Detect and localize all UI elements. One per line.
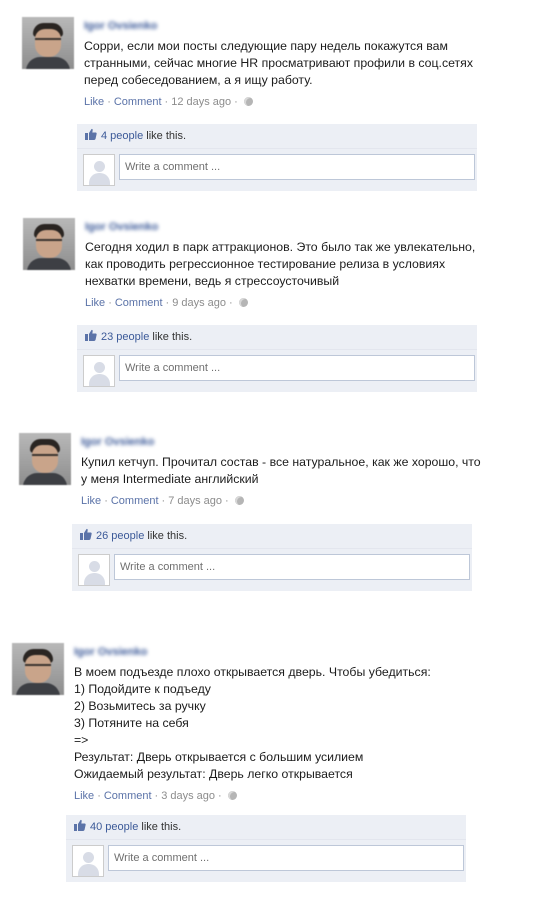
post-text-line: перед собеседованием, а я ищу работу. [84,73,313,87]
timestamp[interactable]: 9 days ago [172,297,226,309]
separator: · [104,495,108,507]
timestamp[interactable]: 12 days ago [171,96,231,108]
separator: · [234,96,238,108]
like-suffix: like this. [152,331,193,343]
separator: · [225,495,229,507]
separator: · [97,790,101,802]
post-author[interactable]: Igor Ovsienko [84,19,484,33]
post-text-line: Сорри, если мои посты следующие пару нед… [84,39,448,53]
post-body: Igor Ovsienko В моем подъезде плохо откр… [74,643,474,803]
default-avatar-icon [78,554,110,586]
comment-composer: Write a comment ... [77,350,477,392]
post-text-line: Купил кетчуп. Прочитал состав - все нату… [81,455,481,469]
separator: · [107,96,111,108]
post-author[interactable]: Igor Ovsienko [85,220,485,234]
post-text-line: В моем подъезде плохо открывается дверь.… [74,665,431,679]
post-meta: Like · Comment · 12 days ago · [84,95,484,109]
comment-input[interactable]: Write a comment ... [119,154,475,180]
likes-box: 4 people like this. Write a comment ... [77,124,477,191]
default-avatar-icon [72,845,104,877]
post-text-line: 2) Возьмитесь за ручку [74,699,206,713]
like-link[interactable]: Like [74,790,94,802]
separator: · [218,790,222,802]
like-link[interactable]: Like [81,495,101,507]
comment-input[interactable]: Write a comment ... [108,845,464,871]
thumbs-up-icon [80,525,92,540]
thumbs-up-icon [74,816,86,831]
likes-box: 26 people like this. Write a comment ... [72,524,472,591]
like-summary: 40 people like this. [66,815,466,840]
like-link[interactable]: Like [85,297,105,309]
avatar[interactable] [12,643,64,695]
post-text-line: странными, сейчас многие HR просматриваю… [84,56,473,70]
likes-box: 23 people like this. Write a comment ... [77,325,477,392]
separator: · [165,297,170,309]
like-suffix: like this. [147,530,188,542]
post-text-line: Ожидаемый результат: Дверь легко открыва… [74,767,353,781]
like-summary: 4 people like this. [77,124,477,149]
post-text: Купил кетчуп. Прочитал состав - все нату… [81,454,481,488]
post-text-line: 3) Потяните на себя [74,716,189,730]
like-summary: 23 people like this. [77,325,477,350]
post-text: Сорри, если мои посты следующие пару нед… [84,38,484,89]
post-author[interactable]: Igor Ovsienko [81,435,481,449]
avatar[interactable] [22,17,74,69]
globe-icon[interactable] [243,97,253,106]
avatar[interactable] [19,433,71,485]
comment-composer: Write a comment ... [72,549,472,591]
globe-icon[interactable] [234,496,244,505]
timestamp[interactable]: 7 days ago [168,495,222,507]
comment-input[interactable]: Write a comment ... [114,554,470,580]
post-text-line: => [74,733,89,747]
comment-input[interactable]: Write a comment ... [119,355,475,381]
like-suffix: like this. [141,821,182,833]
separator: · [161,495,166,507]
post-body: Igor Ovsienko Купил кетчуп. Прочитал сос… [81,433,481,508]
post-meta: Like · Comment · 9 days ago · [85,296,485,310]
post-meta: Like · Comment · 7 days ago · [81,494,481,508]
separator: · [108,297,112,309]
like-link[interactable]: Like [84,96,104,108]
timestamp[interactable]: 3 days ago [161,790,215,802]
post-text-line: нехватки времени, ведь я стрессоусточивы… [85,274,340,288]
default-avatar-icon [83,154,115,186]
thumbs-up-icon [85,125,97,140]
comment-link[interactable]: Comment [104,790,152,802]
default-avatar-icon [83,355,115,387]
like-count-link[interactable]: 26 people [96,530,144,542]
comment-link[interactable]: Comment [111,495,159,507]
like-summary: 26 people like this. [72,524,472,549]
comment-link[interactable]: Comment [114,96,162,108]
avatar[interactable] [23,218,75,270]
post-text-line: как проводить регрессионное тестирование… [85,257,446,271]
post-text: В моем подъезде плохо открывается дверь.… [74,664,474,783]
post-body: Igor Ovsienko Сорри, если мои посты след… [84,17,484,109]
post-text: Сегодня ходил в парк аттракционов. Это б… [85,239,485,290]
like-suffix: like this. [146,130,187,142]
thumbs-up-icon [85,326,97,341]
comment-composer: Write a comment ... [66,840,466,882]
post-text-line: Сегодня ходил в парк аттракционов. Это б… [85,240,476,254]
post-meta: Like · Comment · 3 days ago · [74,789,474,803]
likes-box: 40 people like this. Write a comment ... [66,815,466,882]
like-count-link[interactable]: 40 people [90,821,138,833]
like-count-link[interactable]: 4 people [101,130,143,142]
like-count-link[interactable]: 23 people [101,331,149,343]
comment-link[interactable]: Comment [115,297,163,309]
post-author[interactable]: Igor Ovsienko [74,645,474,659]
comment-composer: Write a comment ... [77,149,477,191]
globe-icon[interactable] [227,791,237,800]
separator: · [154,790,159,802]
globe-icon[interactable] [238,298,248,307]
separator: · [164,96,169,108]
post-text-line: у меня Intermediate английский [81,472,259,486]
post-text-line: Результат: Дверь открывается с большим у… [74,750,364,764]
separator: · [229,297,233,309]
post-text-line: 1) Подойдите к подъеду [74,682,211,696]
post-body: Igor Ovsienko Сегодня ходил в парк аттра… [85,218,485,310]
